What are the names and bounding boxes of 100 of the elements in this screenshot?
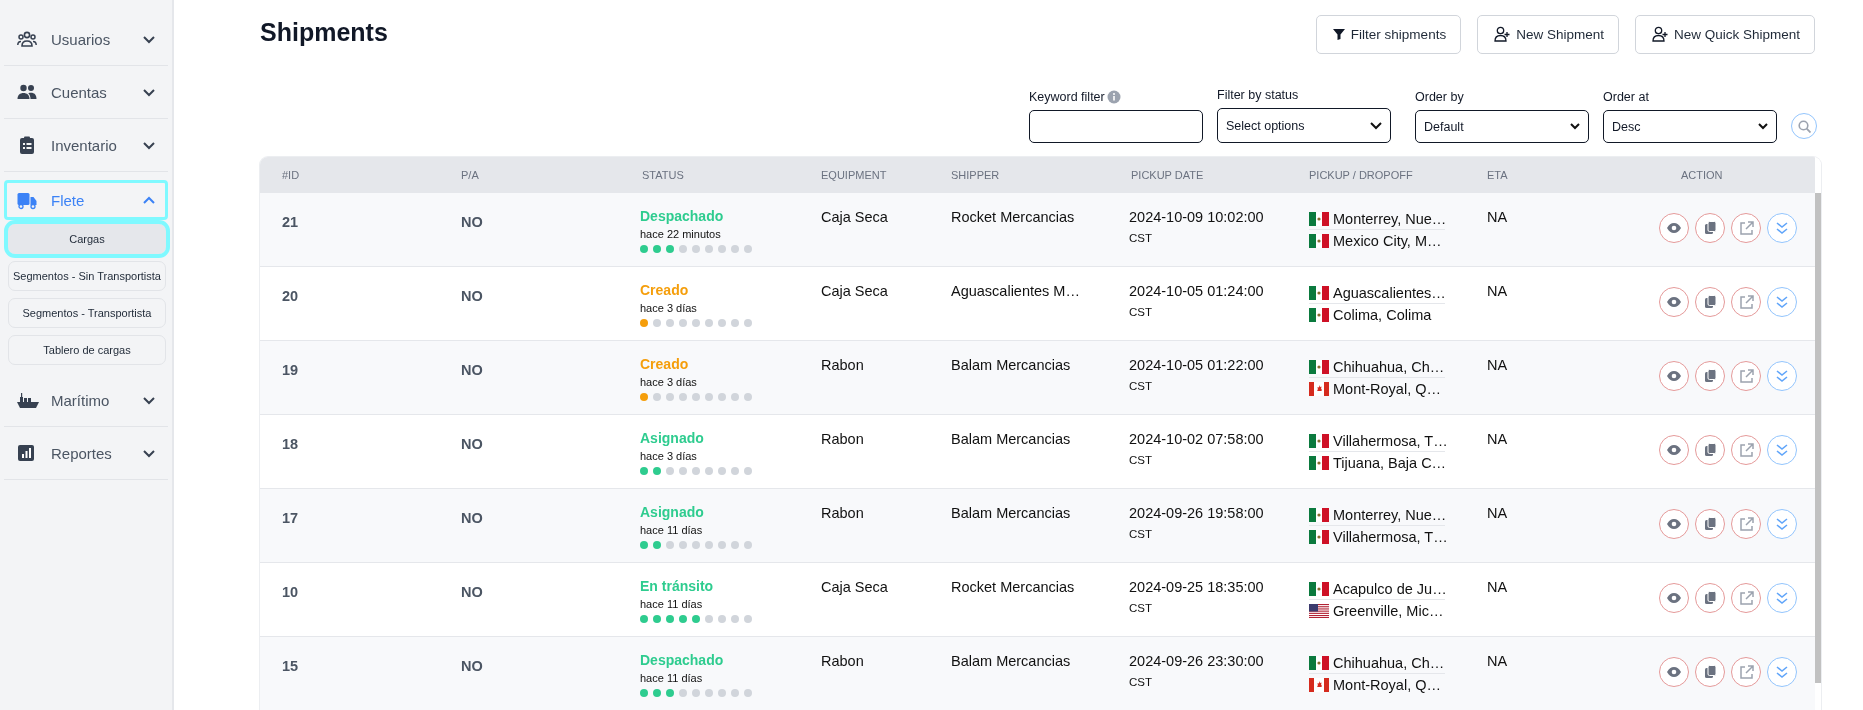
external-link-icon bbox=[1738, 221, 1754, 235]
keyword-input-field[interactable] bbox=[1029, 110, 1203, 143]
mexico-flag-icon bbox=[1309, 581, 1329, 596]
eye-icon bbox=[1666, 665, 1682, 679]
sidebar-menu-item[interactable]: Cuentas bbox=[4, 66, 168, 118]
shipper-cell-text: Balam Mercancias bbox=[950, 652, 1072, 671]
people-icon bbox=[17, 82, 39, 102]
copy-button[interactable] bbox=[1695, 583, 1725, 613]
open-link-button[interactable] bbox=[1731, 583, 1761, 613]
id-cell-text: 10 bbox=[281, 583, 300, 602]
view-button[interactable] bbox=[1659, 435, 1689, 465]
chevron-up-icon bbox=[142, 194, 156, 206]
expand-button[interactable] bbox=[1767, 213, 1797, 243]
copy-icon bbox=[1703, 369, 1717, 383]
info-icon bbox=[1106, 90, 1121, 104]
sidebar-menu-item[interactable]: Usuarios bbox=[4, 13, 168, 65]
sidebar-menu-item[interactable]: Reportes bbox=[4, 427, 168, 479]
expand-button[interactable] bbox=[1767, 657, 1797, 687]
location-text: Tijuana, Baja C… bbox=[1333, 454, 1447, 471]
id-cell-text: 19 bbox=[281, 361, 300, 380]
timezone-text: CST bbox=[1129, 232, 1153, 244]
view-button[interactable] bbox=[1659, 287, 1689, 317]
pickup-date: 2024-09-26 19:58:00 bbox=[1129, 505, 1265, 521]
submenu-item[interactable]: Segmentos - Sin Transportista bbox=[8, 261, 166, 291]
copy-button[interactable] bbox=[1695, 657, 1725, 687]
new-shipment-button[interactable]: New Quick Shipment bbox=[1634, 14, 1815, 54]
copy-button[interactable] bbox=[1695, 509, 1725, 539]
filter-label: Filter by status bbox=[1217, 88, 1299, 102]
expand-button[interactable] bbox=[1767, 583, 1797, 613]
view-button[interactable] bbox=[1659, 213, 1689, 243]
external-link-icon bbox=[1738, 369, 1754, 383]
expand-button[interactable] bbox=[1767, 287, 1797, 317]
location-text: Mont-Royal, Q… bbox=[1333, 380, 1441, 397]
truck-icon bbox=[17, 190, 39, 210]
copy-icon bbox=[1703, 443, 1717, 457]
timezone-text: CST bbox=[1129, 528, 1153, 540]
view-button[interactable] bbox=[1659, 509, 1689, 539]
open-link-button[interactable] bbox=[1731, 287, 1761, 317]
status-text: Creado bbox=[640, 282, 689, 298]
pickup-date: 2024-10-02 07:58:00 bbox=[1129, 431, 1265, 447]
expand-button[interactable] bbox=[1767, 509, 1797, 539]
timezone-text: CST bbox=[1129, 454, 1153, 466]
eye-icon bbox=[1666, 369, 1682, 383]
open-link-button[interactable] bbox=[1731, 657, 1761, 687]
expand-button[interactable] bbox=[1767, 435, 1797, 465]
users-icon bbox=[17, 29, 39, 49]
location-text: Chihuahua, Ch… bbox=[1333, 654, 1445, 671]
copy-icon bbox=[1703, 295, 1717, 309]
status-text: En tránsito bbox=[640, 578, 714, 594]
copy-icon bbox=[1703, 517, 1717, 531]
equipment-cell-text: Caja Seca bbox=[820, 282, 889, 301]
view-button[interactable] bbox=[1659, 583, 1689, 613]
select-dropdown[interactable]: Default bbox=[1415, 110, 1589, 143]
column-header: P/A bbox=[460, 169, 480, 181]
view-button[interactable] bbox=[1659, 361, 1689, 391]
sidebar-menu-item[interactable]: Marítimo bbox=[4, 374, 168, 426]
submenu-item[interactable]: Tablero de cargas bbox=[8, 335, 166, 365]
open-link-button[interactable] bbox=[1731, 509, 1761, 539]
open-link-button[interactable] bbox=[1731, 435, 1761, 465]
eye-icon bbox=[1666, 517, 1682, 531]
scrollbar[interactable] bbox=[1815, 193, 1821, 683]
filter-button[interactable]: Filter shipments bbox=[1315, 14, 1462, 54]
open-link-button[interactable] bbox=[1731, 361, 1761, 391]
shipper-cell-text: Rocket Mercancias bbox=[950, 208, 1076, 227]
ship-icon bbox=[17, 390, 39, 410]
new-shipment-button[interactable]: New Shipment bbox=[1477, 14, 1619, 54]
sidebar-menu-item[interactable]: Inventario bbox=[4, 119, 168, 171]
open-link-button[interactable] bbox=[1731, 213, 1761, 243]
status-multiselect[interactable]: Select options bbox=[1217, 108, 1391, 143]
select-dropdown[interactable]: Desc bbox=[1603, 110, 1777, 143]
equipment-cell-text: Rabon bbox=[820, 430, 865, 449]
double-chevron-down-icon bbox=[1775, 295, 1789, 309]
submenu-item[interactable]: Segmentos - Transportista bbox=[8, 298, 166, 328]
column-header: SHIPPER bbox=[950, 169, 1001, 181]
view-button[interactable] bbox=[1659, 657, 1689, 687]
shipper-cell-text: Balam Mercancias bbox=[950, 430, 1072, 449]
copy-button[interactable] bbox=[1695, 213, 1725, 243]
eta-cell-text: NA bbox=[1486, 356, 1509, 375]
external-link-icon bbox=[1738, 591, 1754, 605]
pickup-date: 2024-10-05 01:24:00 bbox=[1129, 283, 1265, 299]
filter-label: Keyword filter bbox=[1029, 90, 1105, 104]
copy-button[interactable] bbox=[1695, 361, 1725, 391]
chevron-down-icon bbox=[142, 394, 156, 406]
double-chevron-down-icon bbox=[1775, 369, 1789, 383]
copy-button[interactable] bbox=[1695, 435, 1725, 465]
double-chevron-down-icon bbox=[1775, 443, 1789, 457]
id-cell-text: 20 bbox=[281, 287, 300, 306]
page-title: Shipments bbox=[260, 18, 389, 48]
mexico-flag-icon bbox=[1309, 455, 1329, 470]
elapsed-time: hace 3 días bbox=[640, 450, 698, 462]
mexico-flag-icon bbox=[1309, 285, 1329, 300]
eye-icon bbox=[1666, 443, 1682, 457]
pickup-date: 2024-10-09 10:02:00 bbox=[1129, 209, 1265, 225]
equipment-cell-text: Caja Seca bbox=[820, 578, 889, 597]
chevron-down-icon bbox=[1370, 121, 1382, 130]
equipment-cell-text: Rabon bbox=[820, 356, 865, 375]
filter-label: Order by bbox=[1415, 90, 1464, 104]
copy-button[interactable] bbox=[1695, 287, 1725, 317]
expand-button[interactable] bbox=[1767, 361, 1797, 391]
mexico-flag-icon bbox=[1309, 433, 1329, 448]
